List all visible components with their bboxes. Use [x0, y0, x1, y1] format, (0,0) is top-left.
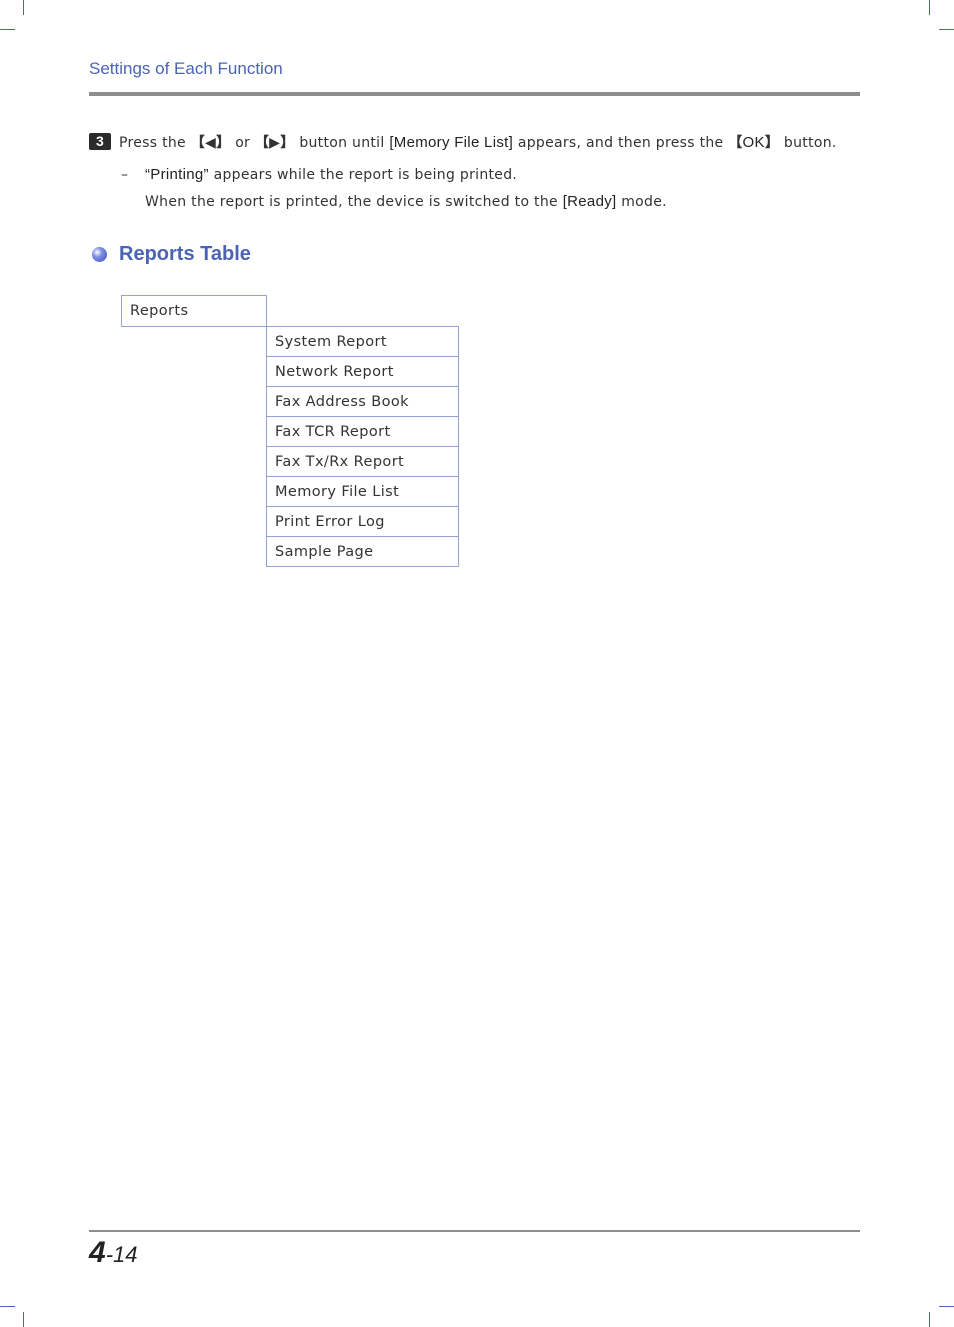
- crop-mark-bottom-right-horizontal: [939, 1306, 954, 1307]
- step-instruction: 3 Press the 【◀】 or 【▶】 button until [Memo…: [89, 132, 837, 152]
- crop-mark-top-left-horizontal: [0, 29, 15, 30]
- reports-root-cell: Reports: [121, 295, 267, 327]
- report-item: Memory File List: [266, 476, 459, 507]
- key-bracket-close: 】: [216, 135, 231, 151]
- key-bracket-open: 【: [254, 135, 270, 151]
- key-bracket-close: 】: [764, 135, 780, 151]
- report-item: Network Report: [266, 356, 459, 387]
- ok-key-label: OK: [742, 134, 765, 151]
- crop-mark-top-right-horizontal: [939, 29, 954, 30]
- step-text: Press the: [119, 135, 191, 151]
- step-text: button.: [779, 135, 837, 151]
- page-number: 4-14: [89, 1236, 137, 1270]
- crop-mark-bottom-left-horizontal: [0, 1306, 15, 1307]
- right-arrow-key-icon: ▶: [269, 135, 281, 151]
- note-line-1: – “Printing” appears while the report is …: [121, 166, 517, 183]
- footer-divider: [89, 1230, 860, 1232]
- step-number-badge: 3: [89, 133, 111, 150]
- dash-bullet: –: [121, 167, 129, 183]
- note-text: mode.: [616, 194, 667, 210]
- key-bracket-open: 【: [728, 135, 743, 151]
- report-item: System Report: [266, 326, 459, 357]
- report-item: Fax Address Book: [266, 386, 459, 417]
- page-chapter-number: 4: [89, 1236, 106, 1269]
- reports-sub-list: System Report Network Report Fax Address…: [266, 326, 459, 567]
- key-bracket-close: 】: [280, 135, 295, 151]
- note-line-2: When the report is printed, the device i…: [145, 193, 667, 210]
- note-text: When the report is printed, the device i…: [145, 194, 563, 210]
- report-item: Fax TCR Report: [266, 416, 459, 447]
- key-bracket-open: 【: [190, 135, 206, 151]
- crop-mark-top-left-vertical: [23, 0, 24, 15]
- section-title-text: Reports Table: [119, 243, 251, 265]
- crop-mark-bottom-left-vertical: [23, 1312, 24, 1327]
- crop-mark-top-right-vertical: [929, 0, 930, 15]
- report-item: Sample Page: [266, 536, 459, 567]
- running-header-title: Settings of Each Function: [89, 59, 283, 78]
- report-item: Print Error Log: [266, 506, 459, 537]
- left-arrow-key-icon: ◀: [205, 135, 217, 151]
- printing-term: “Printing”: [145, 166, 209, 183]
- step-text: button until: [294, 135, 390, 151]
- ready-term: [Ready]: [562, 193, 617, 210]
- note-text: appears while the report is being printe…: [208, 167, 518, 183]
- sphere-bullet-icon: [92, 247, 107, 262]
- section-heading: Reports Table: [92, 243, 251, 266]
- menu-term-memory-file-list: [Memory File List]: [389, 134, 514, 151]
- header-divider: [89, 92, 860, 96]
- step-text: appears, and then press the: [513, 135, 729, 151]
- step-text: or: [230, 135, 255, 151]
- crop-mark-bottom-right-vertical: [929, 1312, 930, 1327]
- page-sub-number: -14: [105, 1242, 138, 1267]
- report-item: Fax Tx/Rx Report: [266, 446, 459, 477]
